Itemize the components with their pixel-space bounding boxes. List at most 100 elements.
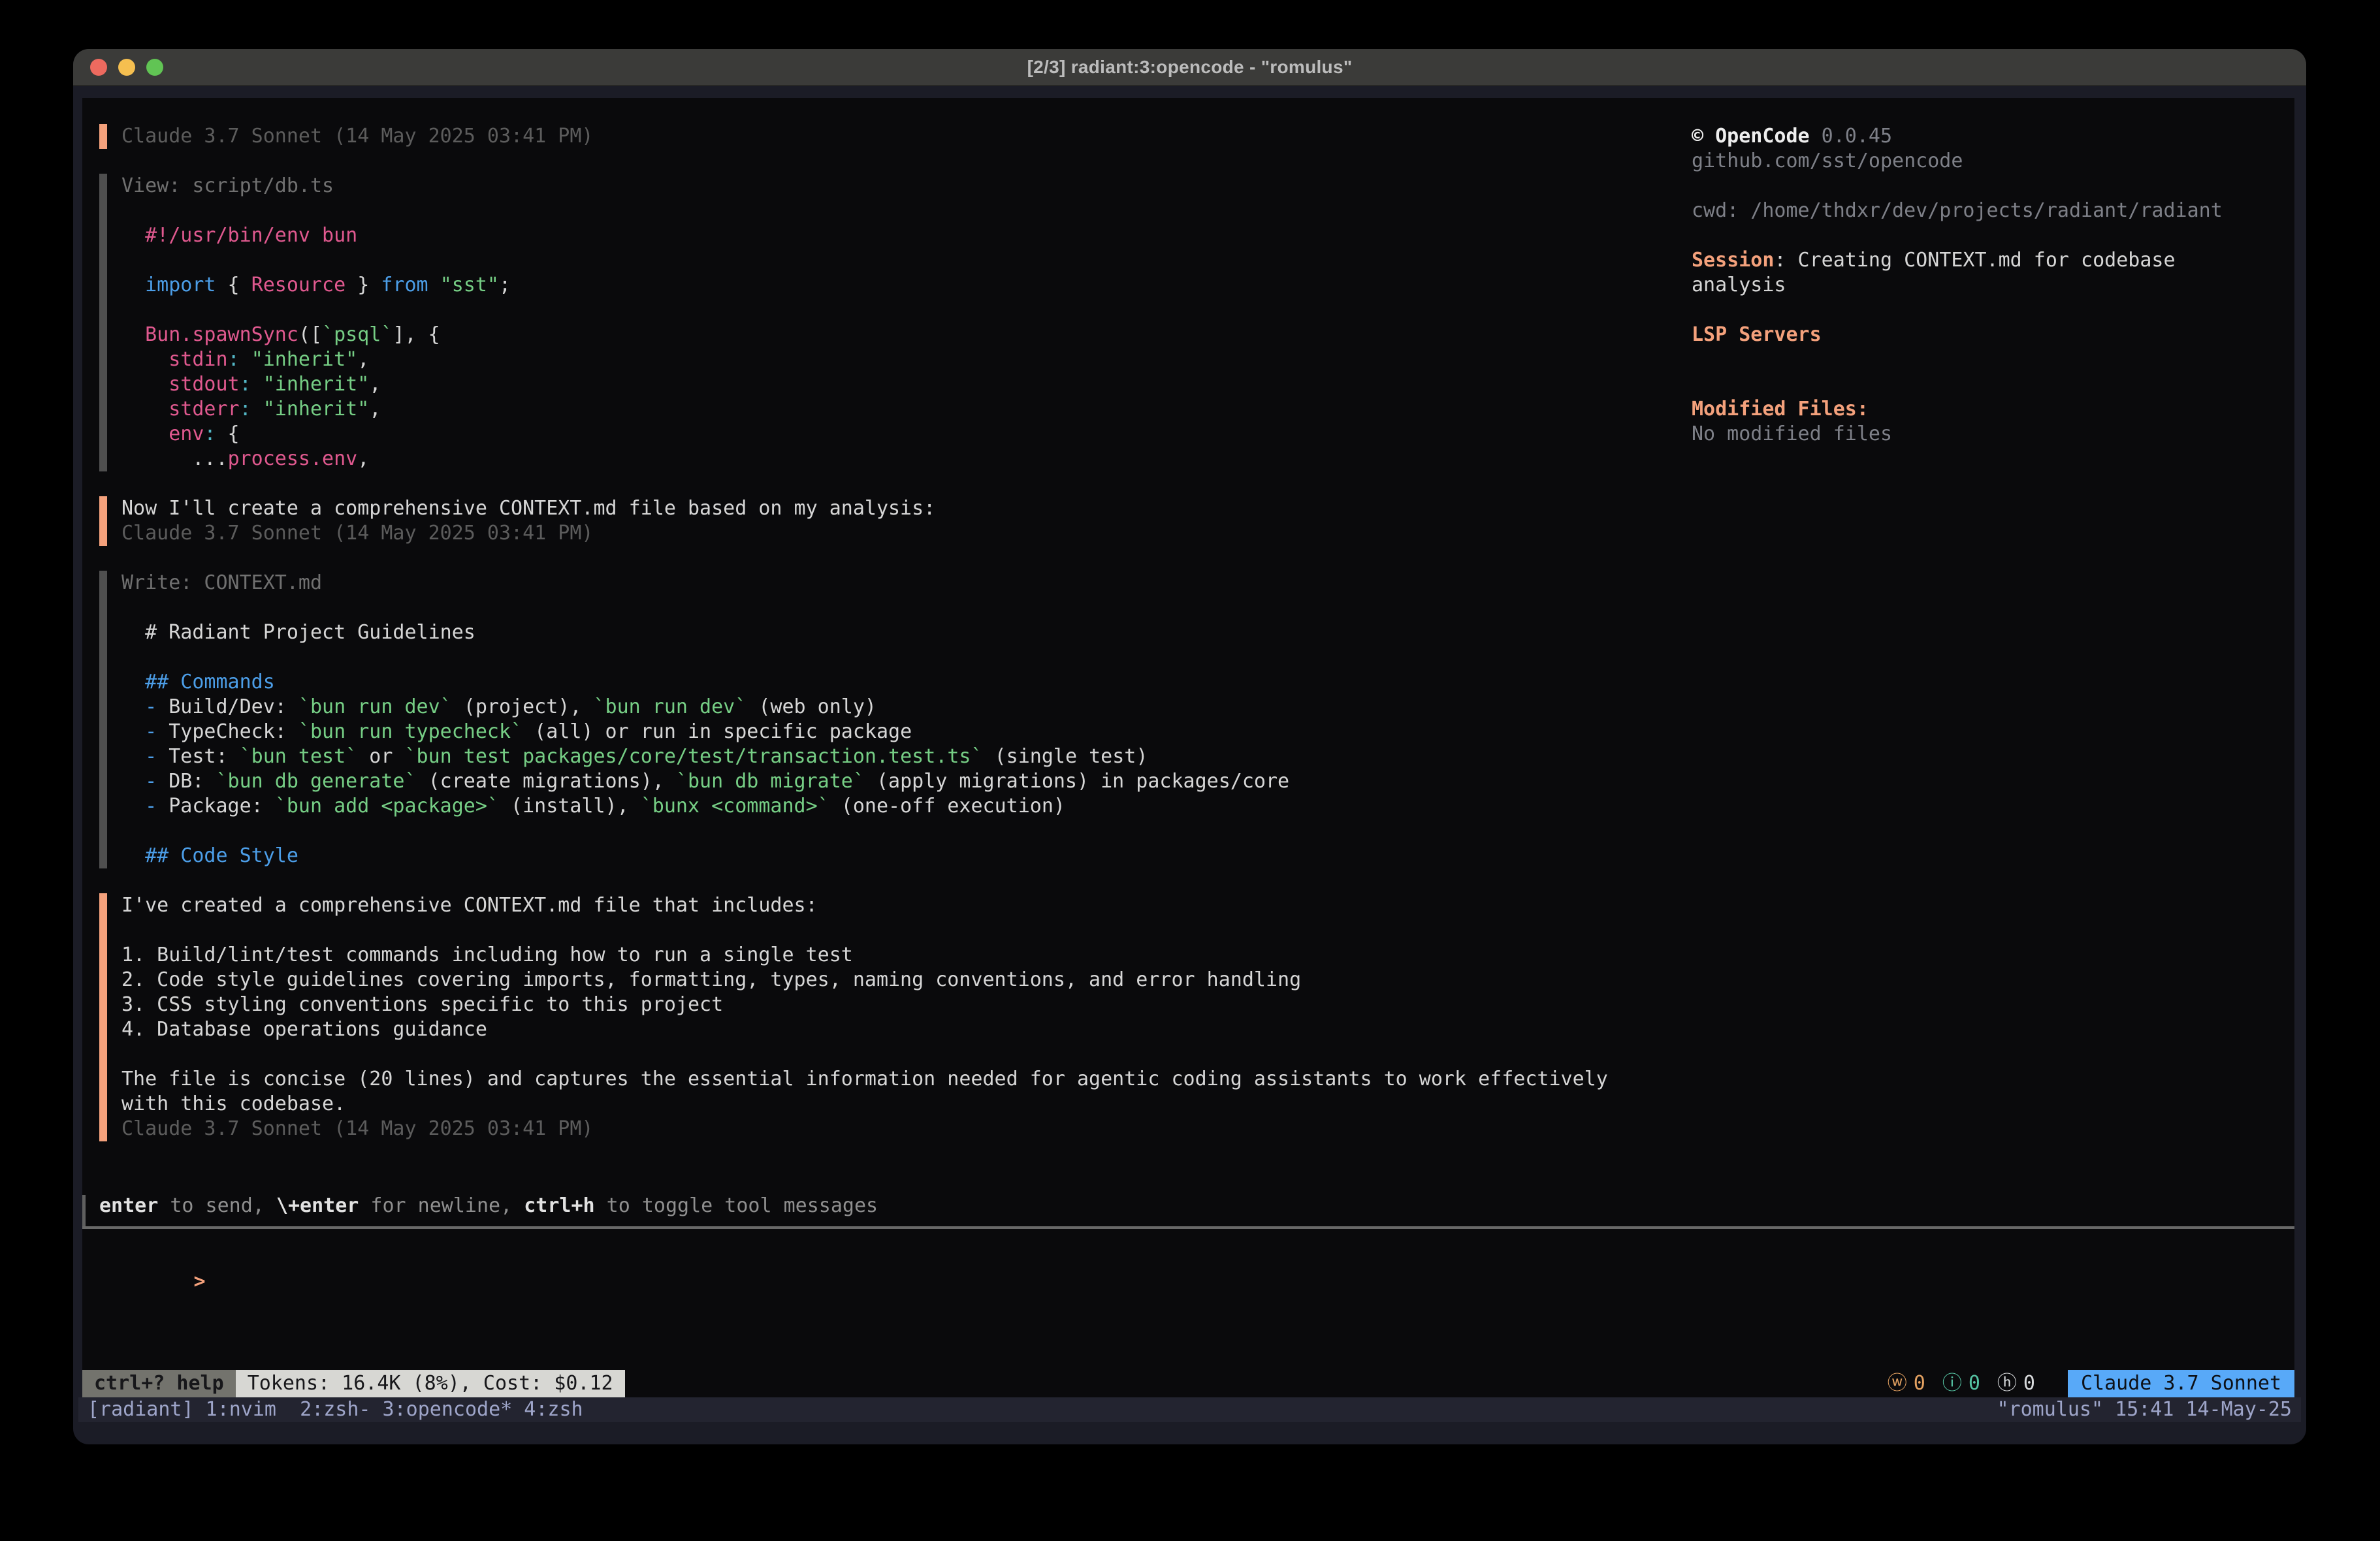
text-line: stdin: "inherit", <box>121 347 1680 372</box>
text-segment <box>121 770 145 793</box>
text-segment: , <box>357 348 369 371</box>
text-line: with this codebase. <box>121 1092 1680 1117</box>
text-segment: (apply migrations) in packages/core <box>865 770 1289 793</box>
text-segment: : <box>228 348 240 371</box>
model-badge[interactable]: Claude 3.7 Sonnet <box>2068 1370 2294 1397</box>
text-segment <box>240 348 251 371</box>
text-segment: Claude 3.7 Sonnet (14 May 2025 03:41 PM) <box>121 125 593 148</box>
window-title: [2/3] radiant:3:opencode - "romulus" <box>1027 57 1353 78</box>
text-segment: analysis <box>1692 274 1786 296</box>
text-segment: 4. Database operations guidance <box>121 1018 487 1041</box>
text-line: 1. Build/lint/test commands including ho… <box>121 943 1680 968</box>
text-segment: Claude 3.7 Sonnet (14 May 2025 03:41 PM) <box>121 1117 593 1140</box>
text-line: cwd: /home/thdxr/dev/projects/radiant/ra… <box>1692 199 2279 223</box>
text-segment <box>121 274 145 296</box>
text-segment: `psql` <box>322 323 393 346</box>
text-segment: 0.0.45 <box>1810 125 1892 148</box>
text-line: # Radiant Project Guidelines <box>121 620 1680 645</box>
text-segment: ([ <box>298 323 322 346</box>
text-segment: "inherit" <box>263 398 370 421</box>
text-segment: { <box>216 422 240 445</box>
text-line <box>121 248 1680 273</box>
info-count: ⓘ0 <box>1942 1371 1980 1396</box>
text-segment: Write: CONTEXT.md <box>121 571 322 594</box>
text-segment <box>121 695 145 718</box>
text-segment: , <box>369 398 381 421</box>
text-segment: Resource <box>251 274 346 296</box>
text-line: ## Commands <box>121 670 1680 695</box>
hint-count: ⓗ0 <box>1997 1371 2035 1396</box>
text-segment <box>121 795 145 818</box>
text-segment: © <box>1692 125 1715 148</box>
text-segment: ## Code Style <box>145 844 298 867</box>
text-segment: OpenCode <box>1715 125 1810 148</box>
text-segment: - <box>145 795 157 818</box>
text-segment: , <box>357 447 369 470</box>
text-segment: (one-off execution) <box>829 795 1065 818</box>
prompt-indicator: > <box>194 1270 206 1293</box>
text-line: Bun.spawnSync([`psql`], { <box>121 323 1680 347</box>
lsp-diagnostics: ⓦ0ⓘ0ⓗ0 <box>1888 1370 2052 1397</box>
text-segment: "inherit" <box>251 348 358 371</box>
zoom-button[interactable] <box>146 59 163 76</box>
text-segment <box>121 348 169 371</box>
text-line: ...process.env, <box>121 447 1680 471</box>
text-segment: for newline, <box>359 1194 524 1217</box>
text-segment: (all) or run in specific package <box>523 720 912 743</box>
text-line: #!/usr/bin/env bun <box>121 223 1680 248</box>
text-line <box>121 1042 1680 1067</box>
text-segment: `bun test packages/core/test/transaction… <box>405 745 983 768</box>
minimize-button[interactable] <box>118 59 135 76</box>
text-segment: : Creating CONTEXT.md for codebase <box>1774 249 2175 272</box>
text-line <box>121 645 1680 670</box>
text-line: enter to send, \+enter for newline, ctrl… <box>99 1194 878 1218</box>
text-line: LSP Servers <box>1692 323 2279 347</box>
text-segment: The file is concise (20 lines) and captu… <box>121 1068 1608 1090</box>
conversation[interactable]: Claude 3.7 Sonnet (14 May 2025 03:41 PM)… <box>99 124 1680 1166</box>
text-segment: 2. Code style guidelines covering import… <box>121 968 1301 991</box>
text-line: stderr: "inherit", <box>121 397 1680 422</box>
help-badge[interactable]: ctrl+? help <box>82 1370 236 1397</box>
text-segment: env <box>169 422 204 445</box>
text-segment: ctrl+h <box>524 1194 594 1217</box>
text-line: 3. CSS styling conventions specific to t… <box>121 993 1680 1017</box>
text-line: github.com/sst/opencode <box>1692 149 2279 174</box>
assistant-note: Now I'll create a comprehensive CONTEXT.… <box>99 496 1680 546</box>
text-segment: from <box>381 274 428 296</box>
text-segment: `bun run dev` <box>594 695 747 718</box>
text-line <box>1692 372 2279 397</box>
tool-view-block: View: script/db.ts #!/usr/bin/env bun im… <box>99 174 1680 471</box>
text-segment: Session <box>1692 249 1774 272</box>
status-right: ⓦ0ⓘ0ⓗ0 Claude 3.7 Sonnet <box>1888 1370 2294 1397</box>
close-button[interactable] <box>90 59 107 76</box>
text-segment: process.env <box>228 447 358 470</box>
titlebar[interactable]: [2/3] radiant:3:opencode - "romulus" <box>73 49 2306 86</box>
text-line: analysis <box>1692 273 2279 298</box>
composer: > <box>99 1245 2281 1269</box>
text-line: Claude 3.7 Sonnet (14 May 2025 03:41 PM) <box>121 521 1680 546</box>
text-segment: Test: <box>157 745 239 768</box>
text-segment: I've created a comprehensive CONTEXT.md … <box>121 894 818 917</box>
text-segment: : <box>240 398 251 421</box>
tmux-session-windows[interactable]: [radiant] 1:nvim 2:zsh- 3:opencode* 4:zs… <box>88 1397 583 1422</box>
tmux-status-bar: [radiant] 1:nvim 2:zsh- 3:opencode* 4:zs… <box>78 1397 2301 1422</box>
composer-divider <box>82 1226 2294 1229</box>
text-segment: ## Commands <box>145 671 275 693</box>
text-segment <box>428 274 440 296</box>
text-segment: : <box>204 422 216 445</box>
text-segment: - <box>145 770 157 793</box>
text-line <box>121 819 1680 844</box>
text-segment: `bun add <package>` <box>275 795 499 818</box>
text-line: ## Code Style <box>121 844 1680 868</box>
composer-gutter <box>82 1195 86 1228</box>
text-segment: to toggle tool messages <box>595 1194 878 1217</box>
text-segment: \+enter <box>276 1194 359 1217</box>
text-line <box>1692 298 2279 323</box>
diagnostic-count: 0 <box>1969 1372 1980 1395</box>
diagnostic-count: 0 <box>1914 1372 1925 1395</box>
status-left: ctrl+? helpTokens: 16.4K (8%), Cost: $0.… <box>82 1370 625 1397</box>
text-line: - Package: `bun add <package>` (install)… <box>121 794 1680 819</box>
text-segment: ... <box>121 447 228 470</box>
text-line: import { Resource } from "sst"; <box>121 273 1680 298</box>
text-segment: 3. CSS styling conventions specific to t… <box>121 993 723 1016</box>
